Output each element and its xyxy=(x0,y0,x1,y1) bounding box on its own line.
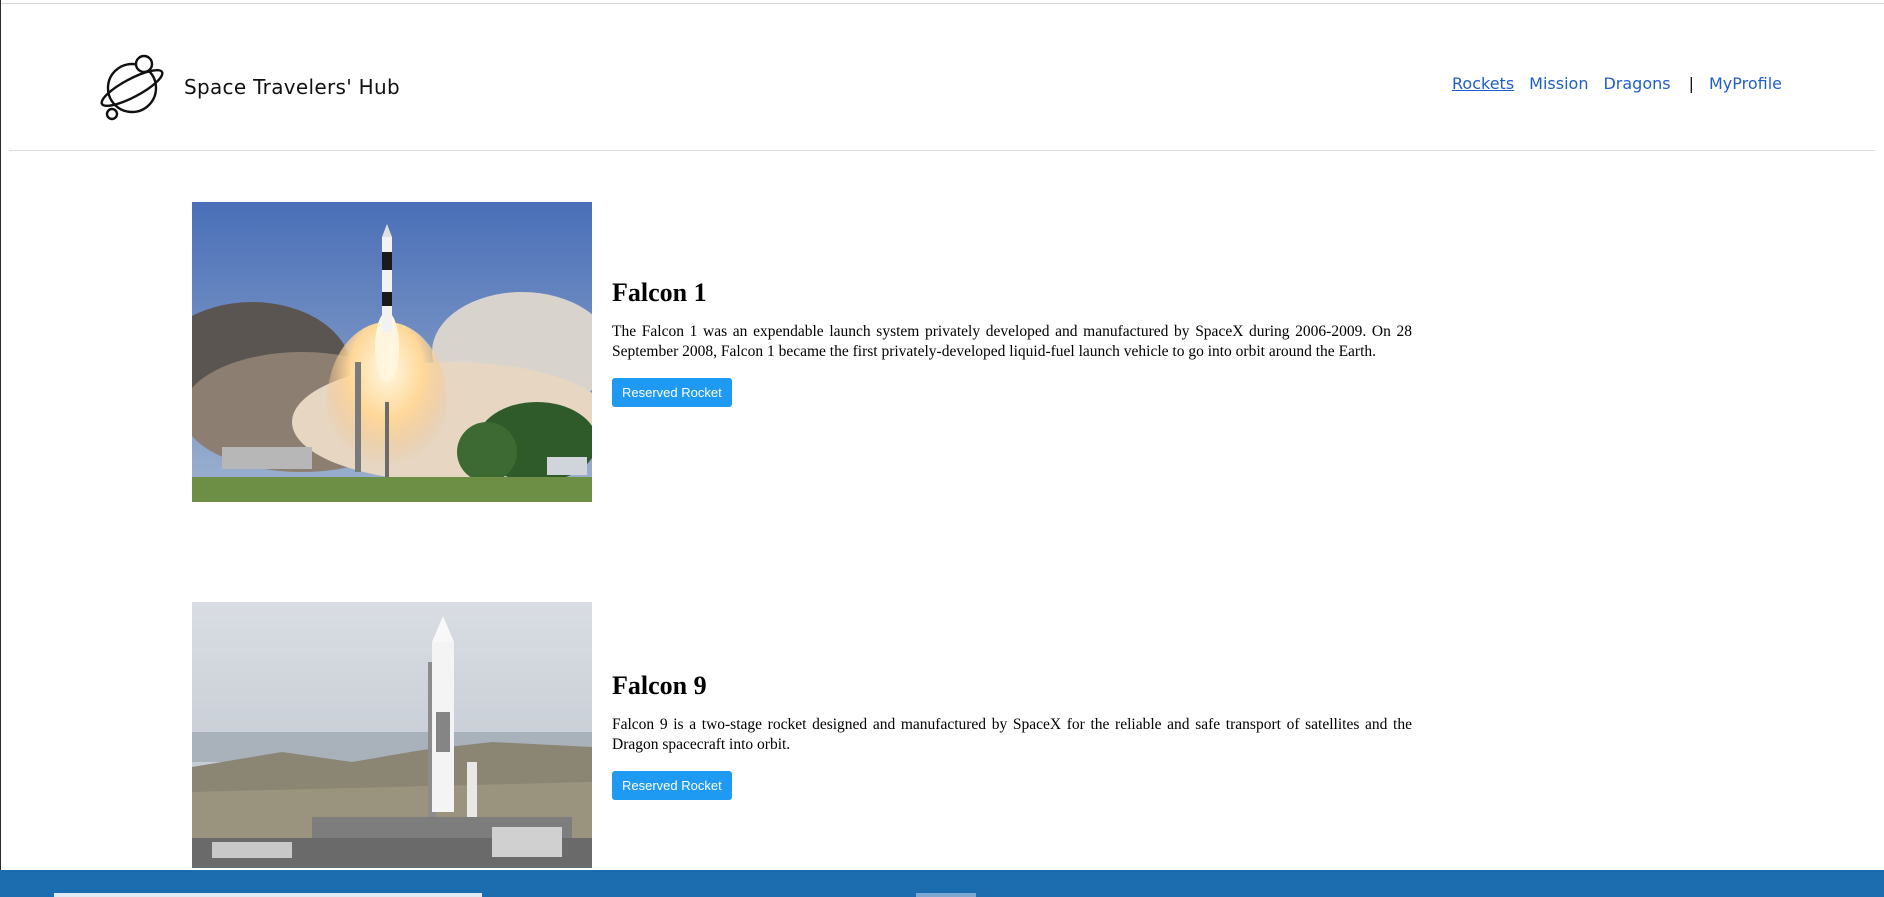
rocket-card: Falcon 1 The Falcon 1 was an expendable … xyxy=(192,202,1414,502)
rocket-name: Falcon 9 xyxy=(612,671,707,700)
planet-logo-icon xyxy=(100,54,164,121)
rocket-info: Falcon 1 The Falcon 1 was an expendable … xyxy=(612,278,1412,407)
nav-separator: | xyxy=(1688,74,1694,93)
header-divider xyxy=(9,150,1875,151)
main-nav: Rockets Mission Dragons | MyProfile xyxy=(1452,74,1782,93)
rocket-card: Falcon 9 Falcon 9 is a two-stage rocket … xyxy=(192,602,1414,868)
nav-link-myprofile[interactable]: MyProfile xyxy=(1709,74,1782,93)
taskbar-active-indicator xyxy=(54,893,482,897)
rocket-image-falcon-1 xyxy=(192,202,592,502)
reserve-rocket-button[interactable]: Reserved Rocket xyxy=(612,378,732,407)
rocket-image-falcon-9 xyxy=(192,602,592,868)
rocket-description: The Falcon 1 was an expendable launch sy… xyxy=(612,323,1412,360)
nav-link-dragons[interactable]: Dragons xyxy=(1603,74,1670,93)
site-header: Space Travelers' Hub Rockets Mission Dra… xyxy=(0,4,1884,152)
rocket-info: Falcon 9 Falcon 9 is a two-stage rocket … xyxy=(612,671,1412,800)
taskbar-indicator xyxy=(916,893,976,897)
nav-link-rockets[interactable]: Rockets xyxy=(1452,74,1514,93)
rocket-description: Falcon 9 is a two-stage rocket designed … xyxy=(612,716,1412,753)
reserve-rocket-button[interactable]: Reserved Rocket xyxy=(612,771,732,800)
brand[interactable]: Space Travelers' Hub xyxy=(100,52,400,122)
nav-link-mission[interactable]: Mission xyxy=(1529,74,1588,93)
rocket-name: Falcon 1 xyxy=(612,278,707,307)
brand-name: Space Travelers' Hub xyxy=(184,75,400,99)
